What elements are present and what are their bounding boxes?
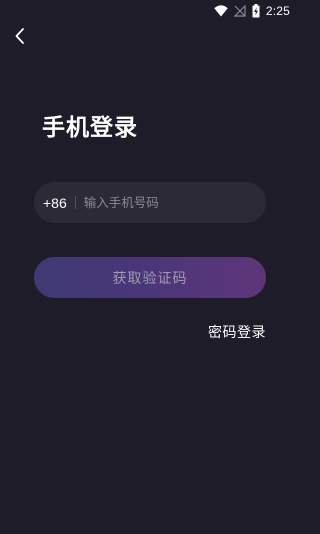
- field-divider: [74, 196, 76, 209]
- phone-field: +86: [34, 182, 266, 223]
- back-button[interactable]: [8, 26, 32, 50]
- no-signal-icon: [233, 5, 246, 17]
- status-bar: 2:25: [0, 0, 300, 22]
- phone-input[interactable]: [83, 182, 250, 223]
- password-login-link[interactable]: 密码登录: [208, 322, 266, 342]
- page-title: 手机登录: [42, 115, 138, 141]
- get-code-button[interactable]: 获取验证码: [34, 257, 266, 298]
- battery-charging-icon: [252, 4, 260, 18]
- chevron-left-icon: [14, 27, 26, 49]
- status-icons: 2:25: [214, 3, 290, 19]
- country-code[interactable]: +86: [43, 195, 67, 211]
- wifi-icon: [214, 5, 228, 17]
- status-clock: 2:25: [265, 4, 290, 18]
